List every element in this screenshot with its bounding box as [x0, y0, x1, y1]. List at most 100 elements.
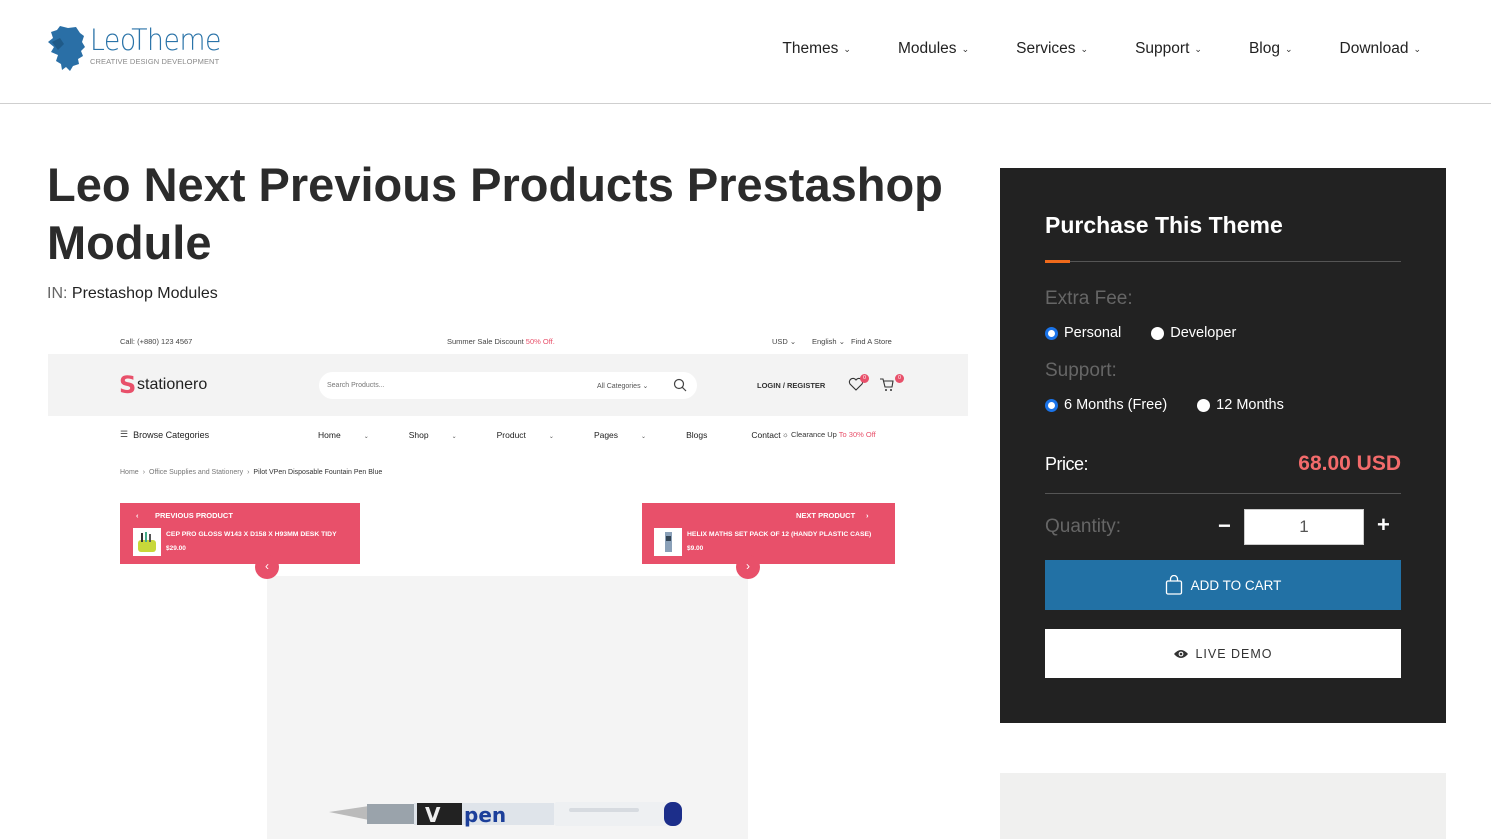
next-product-card: NEXT PRODUCT › HELIX MATHS SET PACK OF 1… [642, 503, 895, 564]
gallery-prev-arrow-icon: ‹ [255, 555, 279, 579]
preview-breadcrumb: Home › Office Supplies and Stationery › Pilo… [120, 469, 382, 476]
svg-text:pen: pen [464, 803, 506, 827]
radio-12-months-label[interactable]: 12 Months [1216, 397, 1284, 413]
live-demo-label: LIVE DEMO [1195, 646, 1273, 661]
next-product-title: HELIX MATHS SET PACK OF 12 (HANDY PLASTI… [687, 531, 872, 538]
wishlist-badge: 0 [860, 374, 869, 383]
maths-set-image [665, 532, 672, 552]
radio-12-months[interactable] [1197, 398, 1211, 412]
menu-label: Shop [408, 430, 429, 440]
radio-developer-label[interactable]: Developer [1170, 325, 1236, 341]
page-title: Leo Next Previous Products Prestashop Mo… [47, 158, 943, 269]
previous-product-label: PREVIOUS PRODUCT [155, 511, 233, 520]
extra-fee-options: Personal Developer [1045, 325, 1266, 341]
desk-tidy-image [138, 532, 156, 552]
chevron-down-icon: ⌄ [1194, 43, 1202, 54]
purchase-panel: Purchase This Theme Extra Fee: Personal … [1000, 168, 1446, 723]
radio-6-months[interactable] [1045, 398, 1058, 412]
chevron-down-icon: ⌄ [1080, 43, 1089, 54]
cart-badge: 0 [895, 374, 904, 383]
previous-product-title: CEP PRO GLOSS W143 X D158 X H93MM DESK T… [166, 531, 337, 538]
radio-developer[interactable] [1151, 326, 1165, 340]
browse-label: Browse Categories [133, 429, 210, 440]
clearance-text: Clearance Up [790, 430, 837, 439]
preview-store-logo: S stationero [119, 371, 208, 399]
menu-label: Contact [751, 430, 781, 440]
preview-product-gallery: V pen [267, 576, 748, 839]
menu-label: Pages [593, 430, 619, 440]
crumb-current: Pilot VPen Disposable Fountain Pen Blue [253, 469, 383, 476]
next-product-label: NEXT PRODUCT [796, 511, 856, 520]
preview-find-store: Find A Store [851, 337, 892, 346]
category-link[interactable]: Prestashop Modules [72, 285, 218, 302]
nav-download[interactable]: Download ⌄ [1340, 40, 1421, 58]
add-to-cart-button[interactable]: ADD TO CART [1045, 560, 1401, 610]
crumb: Home [120, 469, 139, 476]
crumb: Office Supplies and Stationery [149, 469, 244, 476]
extra-fee-label: Extra Fee: [1045, 288, 1133, 309]
preview-browse-categories: ☰ Browse Categories [120, 429, 209, 440]
preview-menu-item: Product ⌄ [497, 430, 574, 440]
sidebar-placeholder-block [1000, 773, 1446, 839]
divider [1045, 493, 1401, 494]
clearance-highlight: To 30% Off [838, 430, 876, 439]
chevron-right-icon: › [247, 469, 250, 476]
radio-personal[interactable] [1045, 326, 1058, 340]
chevron-down-icon: ⌄ [1413, 43, 1421, 54]
nav-label: Download [1339, 40, 1409, 57]
preview-header: S stationero Search Products... All Cate… [48, 354, 968, 416]
preview-navbar: ☰ Browse Categories Home ⌄ Shop ⌄ Product ⌄ … [48, 416, 968, 452]
fountain-pen-image: V pen [329, 802, 682, 827]
chevron-down-icon: ⌄ [961, 43, 970, 54]
category-line: IN: Prestashop Modules [47, 285, 218, 303]
quantity-input[interactable] [1244, 509, 1364, 545]
module-preview-image: Call: (+880) 123 4567 Summer Sale Discou… [48, 326, 968, 839]
divider [1045, 261, 1401, 262]
preview-categories-select: All Categories ⌄ [597, 383, 649, 390]
next-product-thumb [654, 528, 682, 556]
nav-support[interactable]: Support ⌄ [1135, 40, 1202, 58]
live-demo-button[interactable]: LIVE DEMO [1045, 629, 1401, 678]
svg-text:V: V [425, 803, 441, 827]
quantity-label: Quantity: [1045, 516, 1122, 537]
chevron-right-icon: › [142, 469, 146, 476]
store-logo-icon: S [119, 371, 137, 399]
gallery-next-arrow-icon: › [736, 555, 760, 579]
list-icon: ☰ [120, 429, 129, 439]
preview-menu-item: Blogs [686, 430, 727, 440]
nav-services[interactable]: Services ⌄ [1016, 40, 1088, 58]
price-label: Price: [1045, 454, 1089, 474]
store-name: stationero [137, 376, 208, 393]
chevron-down-icon: ⌄ [548, 434, 554, 440]
previous-product-thumb [133, 528, 161, 556]
preview-sale: Summer Sale Discount 50% Off. [447, 337, 555, 346]
quantity-decrease-button[interactable]: − [1218, 513, 1231, 539]
cart-icon [880, 378, 894, 391]
nav-label: Support [1135, 40, 1190, 57]
shopping-bag-icon [1165, 575, 1182, 595]
search-icon [673, 378, 687, 392]
radio-personal-label[interactable]: Personal [1064, 325, 1121, 341]
quantity-increase-button[interactable]: + [1377, 512, 1390, 538]
preview-topbar: Call: (+880) 123 4567 Summer Sale Discou… [48, 326, 968, 354]
main-nav: Themes ⌄ Modules ⌄ Services ⌄ Support ⌄ Blog… [735, 40, 1421, 58]
chevron-left-icon: ‹ [136, 511, 139, 520]
nav-themes[interactable]: Themes ⌄ [782, 40, 851, 58]
sale-highlight: 50% Off. [525, 337, 555, 346]
lightbulb-icon: ☼ [782, 430, 789, 439]
leotheme-logo[interactable]: LeoTheme CREATIVE DESIGN DEVELOPMENT [46, 24, 236, 74]
menu-label: Product [496, 430, 526, 440]
preview-language: English ⌄ [812, 337, 845, 346]
chevron-down-icon: ⌄ [363, 434, 369, 440]
preview-menu-item: Shop ⌄ [409, 430, 477, 440]
radio-6-months-label[interactable]: 6 Months (Free) [1064, 397, 1167, 413]
categories-label: All Categories [597, 383, 641, 390]
currency-label: USD [772, 337, 788, 346]
purchase-title: Purchase This Theme [1045, 212, 1283, 238]
preview-call: Call: (+880) 123 4567 [120, 337, 193, 346]
nav-modules[interactable]: Modules ⌄ [898, 40, 969, 58]
price-value: 68.00 USD [1298, 452, 1401, 475]
nav-blog[interactable]: Blog ⌄ [1249, 40, 1293, 58]
title-accent-bar [1045, 260, 1070, 263]
preview-search-bar: Search Products... All Categories ⌄ [319, 372, 697, 399]
